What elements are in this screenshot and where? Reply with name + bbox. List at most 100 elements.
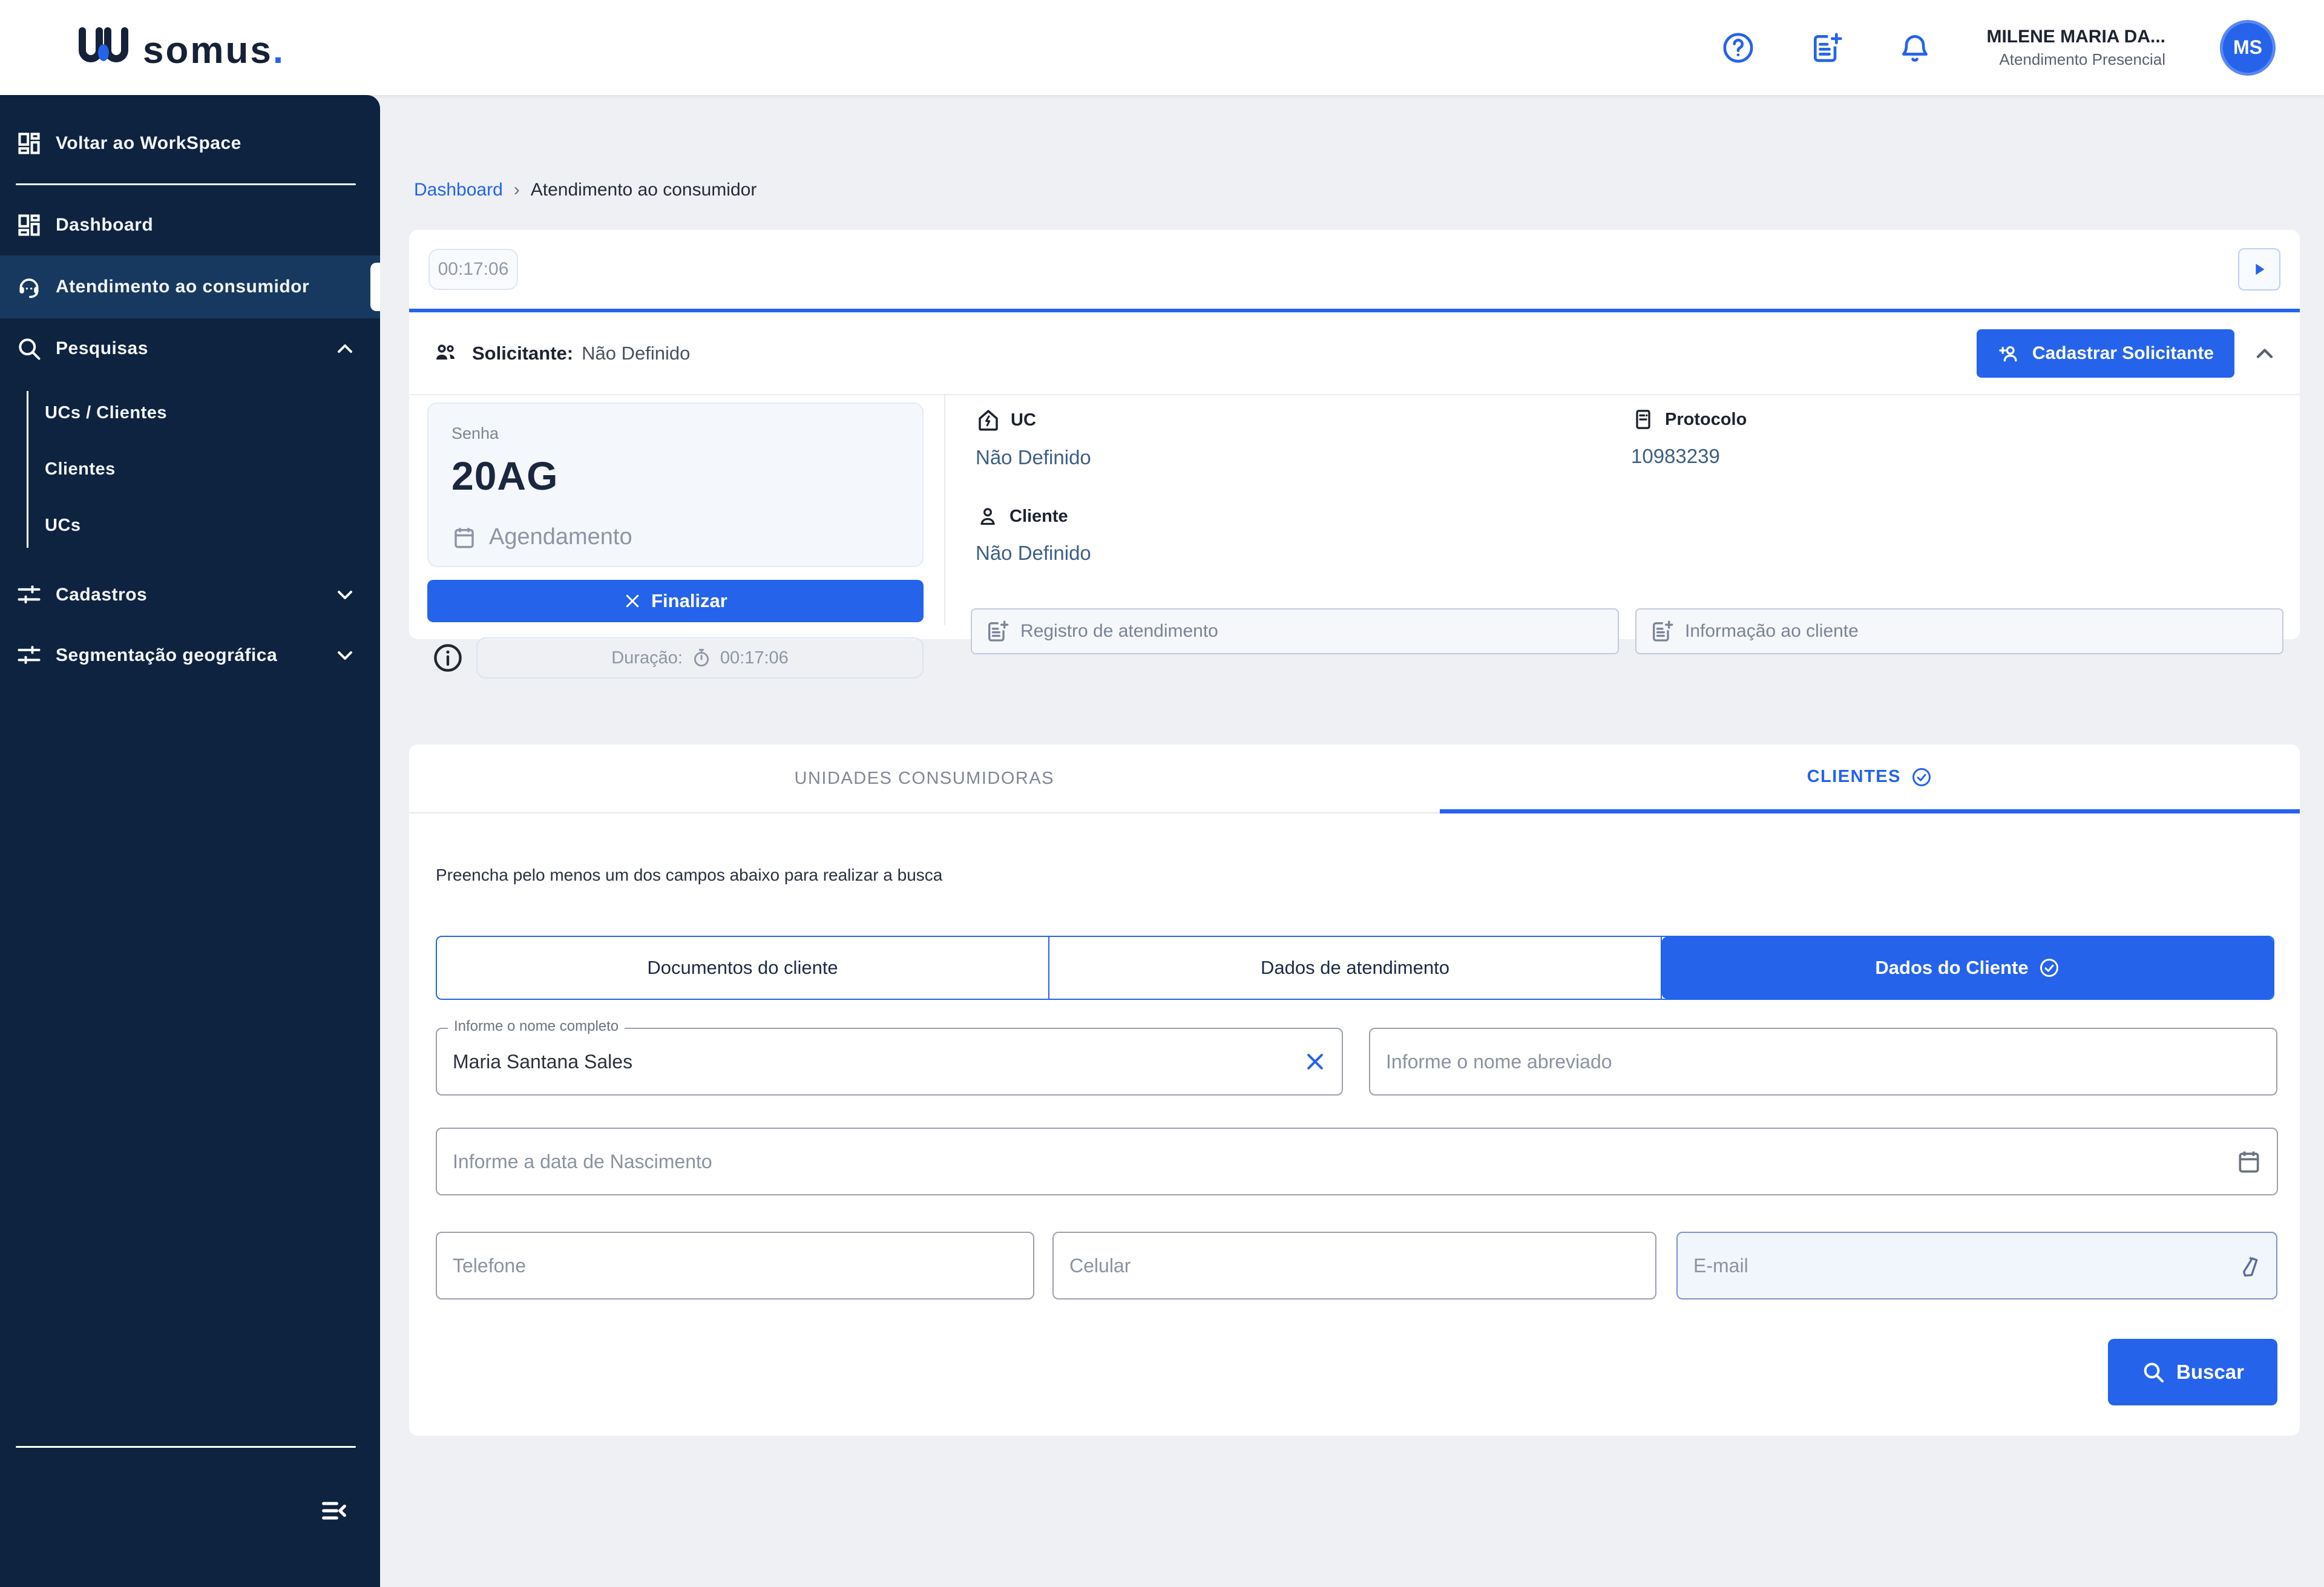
breadcrumb-dashboard-link[interactable]: Dashboard — [414, 180, 503, 200]
bell-icon — [1898, 31, 1932, 65]
chevron-down-icon — [333, 643, 357, 668]
segment-label: Dados do Cliente — [1875, 957, 2028, 979]
sidebar-item-label: Pesquisas — [56, 338, 148, 359]
nome-completo-input[interactable] — [436, 1028, 1343, 1096]
play-button[interactable] — [2238, 248, 2280, 291]
note-add-icon — [1650, 619, 1674, 643]
duracao-label: Duração: — [611, 648, 683, 668]
stopwatch-icon — [691, 648, 712, 668]
people-icon — [431, 339, 460, 368]
chevron-up-icon — [333, 337, 357, 361]
uc-value[interactable]: Não Definido — [976, 446, 1091, 469]
segment-documentos-cliente[interactable]: Documentos do cliente — [437, 937, 1049, 999]
sidebar-item-atendimento[interactable]: Atendimento ao consumidor — [0, 255, 380, 318]
sidebar-divider — [16, 1446, 356, 1448]
senha-card: Senha 20AG Agendamento — [427, 402, 924, 567]
email-field — [1676, 1232, 2277, 1300]
sidebar-item-pesquisas[interactable]: Pesquisas — [0, 318, 380, 379]
help-button[interactable] — [1721, 31, 1755, 65]
protocolo-label: Protocolo — [1665, 410, 1747, 430]
person-add-icon — [1997, 341, 2021, 366]
notes-button[interactable] — [1810, 31, 1843, 65]
pesquisas-submenu: UCs / Clientes Clientes UCs — [0, 385, 380, 554]
sidebar-item-label: Dashboard — [56, 215, 153, 235]
main-content: Dashboard › Atendimento ao consumidor 00… — [380, 95, 2324, 1587]
sidebar-item-workspace[interactable]: Voltar ao WorkSpace — [0, 113, 380, 174]
segment-label: Documentos do cliente — [647, 957, 838, 979]
person-icon — [976, 504, 1000, 528]
nome-abreviado-input[interactable] — [1369, 1028, 2277, 1096]
celular-input[interactable] — [1052, 1232, 1656, 1300]
data-nascimento-input[interactable] — [436, 1128, 2278, 1195]
search-hint: Preencha pelo menos um dos campos abaixo… — [436, 866, 942, 885]
search-card: UNIDADES CONSUMIDORAS CLIENTES Preencha … — [409, 744, 2300, 1436]
sliders-icon — [16, 642, 42, 669]
note-add-icon — [1810, 31, 1843, 65]
segment-label: Dados de atendimento — [1261, 957, 1449, 979]
sidebar-item-segmentacao[interactable]: Segmentação geográfica — [0, 625, 380, 686]
nome-completo-field: Informe o nome completo — [436, 1028, 1343, 1096]
collapse-sidebar-button[interactable] — [318, 1495, 350, 1526]
cliente-value[interactable]: Não Definido — [976, 542, 1091, 565]
cadastrar-solicitante-button[interactable]: Cadastrar Solicitante — [1977, 329, 2234, 378]
informacao-label: Informação ao cliente — [1685, 621, 1859, 642]
notifications-button[interactable] — [1898, 31, 1932, 65]
close-icon — [623, 592, 642, 610]
sidebar-item-cadastros[interactable]: Cadastros — [0, 565, 380, 625]
solicitante-value: Não Definido — [582, 343, 690, 364]
sidebar-item-ucs[interactable]: UCs — [45, 498, 380, 554]
sidebar: Voltar ao WorkSpace Dashboard Atendiment… — [0, 95, 380, 1587]
senha-label: Senha — [451, 424, 899, 443]
clear-icon[interactable] — [1303, 1050, 1327, 1074]
play-icon — [2249, 259, 2270, 280]
tab-unidades-consumidoras[interactable]: UNIDADES CONSUMIDORAS — [409, 744, 1440, 813]
logo-text: somus — [143, 32, 273, 70]
search-icon — [2141, 1360, 2165, 1384]
sidebar-item-label: Cadastros — [56, 585, 147, 605]
somus-logo: somus. — [77, 26, 283, 70]
sidebar-item-label: Segmentação geográfica — [56, 645, 277, 666]
sidebar-item-clientes[interactable]: Clientes — [45, 441, 380, 498]
receipt-icon — [1631, 407, 1655, 432]
search-mode-segmented: Documentos do cliente Dados de atendimen… — [436, 936, 2274, 1000]
user-info: MILENE MARIA DA... Atendimento Presencia… — [1986, 25, 2165, 71]
segment-dados-cliente[interactable]: Dados do Cliente — [1662, 937, 2273, 999]
timer-chip: 00:17:06 — [428, 249, 518, 290]
cliente-block: Cliente Não Definido — [976, 504, 1091, 565]
protocolo-value[interactable]: 10983239 — [1631, 445, 1747, 468]
sidebar-item-label: Voltar ao WorkSpace — [56, 133, 241, 154]
somus-logo-icon — [77, 26, 130, 70]
informacao-cliente-button[interactable]: Informação ao cliente — [1635, 608, 2283, 654]
cadastrar-solicitante-label: Cadastrar Solicitante — [2032, 343, 2214, 364]
solicitante-row: Solicitante: Não Definido Cadastrar Soli… — [409, 312, 2300, 395]
collapse-section-chevron-up-icon[interactable] — [2251, 340, 2278, 367]
grid-icon — [16, 130, 42, 157]
calendar-icon[interactable] — [2236, 1148, 2262, 1175]
avatar[interactable]: MS — [2220, 20, 2276, 76]
registro-atendimento-button[interactable]: Registro de atendimento — [971, 608, 1619, 654]
info-icon[interactable] — [432, 642, 464, 674]
session-body: Senha 20AG Agendamento — [409, 395, 2300, 636]
finalizar-button[interactable]: Finalizar — [427, 580, 924, 622]
breadcrumb-current: Atendimento ao consumidor — [531, 180, 757, 200]
telefone-input[interactable] — [436, 1232, 1034, 1300]
note-add-icon — [985, 619, 1009, 643]
sidebar-item-ucs-clientes[interactable]: UCs / Clientes — [45, 385, 380, 441]
sidebar-item-dashboard[interactable]: Dashboard — [0, 195, 380, 255]
buscar-button[interactable]: Buscar — [2108, 1339, 2277, 1405]
email-input[interactable] — [1676, 1232, 2277, 1300]
protocolo-block: Protocolo 10983239 — [1631, 407, 1747, 468]
sidebar-divider — [16, 183, 356, 185]
segment-dados-atendimento[interactable]: Dados de atendimento — [1049, 937, 1662, 999]
buscar-label: Buscar — [2176, 1361, 2244, 1384]
nome-completo-label: Informe o nome completo — [448, 1018, 625, 1035]
column-divider — [944, 395, 945, 625]
nome-abreviado-field — [1369, 1028, 2277, 1096]
breadcrumb: Dashboard › Atendimento ao consumidor — [414, 180, 757, 200]
timer-bar: 00:17:06 — [409, 230, 2300, 312]
breadcrumb-separator: › — [514, 180, 520, 200]
finalizar-label: Finalizar — [651, 590, 727, 612]
tab-clientes[interactable]: CLIENTES — [1440, 744, 2300, 813]
solicitante-label: Solicitante: — [472, 343, 573, 364]
uc-block: UC Não Definido — [976, 407, 1091, 469]
